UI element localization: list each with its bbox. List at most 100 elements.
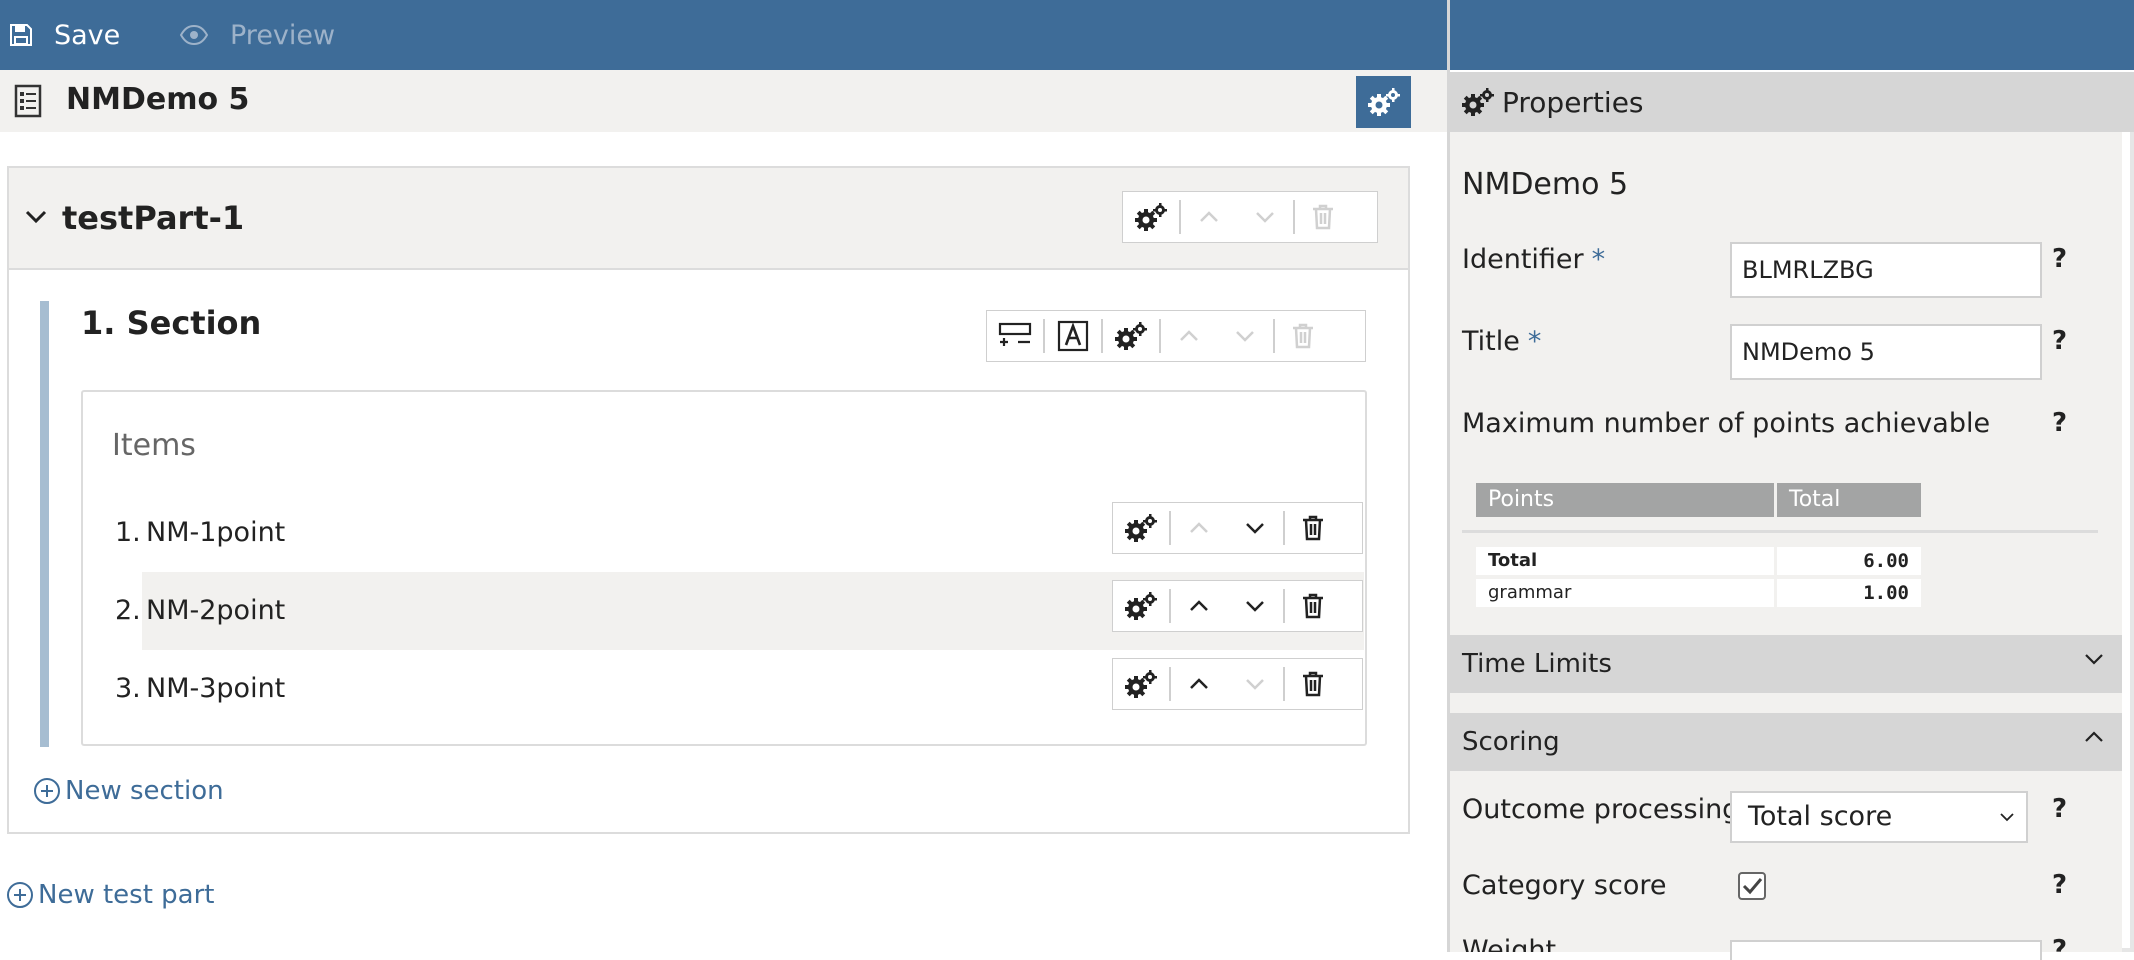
item-actions (1112, 658, 1363, 710)
gears-icon (1125, 592, 1157, 620)
category-score-label: Category score (1462, 870, 1667, 901)
chevron-up-icon (1200, 211, 1218, 222)
preview-label: Preview (230, 19, 336, 51)
section-properties-button[interactable] (1103, 311, 1159, 361)
item-actions (1112, 580, 1363, 632)
move-up-button[interactable] (1181, 192, 1237, 242)
chevron-down-icon[interactable] (25, 210, 47, 224)
chevron-down-icon (2085, 654, 2103, 665)
category-score-checkbox[interactable] (1738, 872, 1766, 900)
table-divider (1462, 530, 2098, 533)
add-item-button[interactable] (987, 311, 1043, 361)
chevron-up-icon (1190, 522, 1208, 533)
delete-button[interactable] (1285, 659, 1341, 709)
trash-icon (1303, 515, 1323, 541)
floppy-disk-icon (10, 24, 32, 46)
chevron-down-icon (1256, 212, 1274, 223)
weight-help[interactable]: ? (2052, 935, 2067, 952)
chevron-up-icon (2085, 731, 2103, 742)
properties-header: Properties (1450, 72, 2134, 132)
scoring-label: Scoring (1462, 727, 1560, 757)
gears-icon (1125, 514, 1157, 542)
item-properties-button[interactable] (1113, 503, 1169, 553)
gears-icon (1135, 203, 1167, 231)
table-cell: Total (1476, 547, 1774, 575)
identifier-label: Identifier * (1462, 244, 1606, 275)
required-marker: * (1527, 326, 1542, 357)
total-column-header: Total (1777, 483, 1921, 517)
scoring-accordion[interactable]: Scoring (1450, 713, 2122, 771)
new-test-part-link[interactable]: New test part (6, 880, 215, 910)
gears-icon (1367, 88, 1400, 116)
new-section-label: New section (65, 776, 224, 806)
properties-title: Properties (1502, 85, 1644, 119)
test-part-actions (1122, 191, 1378, 243)
section-title: 1. Section (81, 304, 262, 342)
move-up-button[interactable] (1161, 311, 1217, 361)
item-name[interactable]: NM-3point (146, 650, 285, 728)
move-up-button[interactable] (1171, 659, 1227, 709)
section-indicator-bar (40, 301, 49, 747)
title-input[interactable] (1730, 324, 2042, 380)
plus-circle-icon (7, 882, 33, 908)
gears-icon (1462, 88, 1494, 116)
title-help[interactable]: ? (2052, 326, 2067, 356)
item-number: 2. (115, 595, 141, 626)
chevron-down-icon (1246, 601, 1264, 612)
category-score-help[interactable]: ? (2052, 870, 2067, 900)
save-button[interactable]: Save (10, 0, 120, 70)
time-limits-label: Time Limits (1462, 649, 1612, 679)
delete-button[interactable] (1275, 311, 1331, 361)
chevron-up-icon (1190, 678, 1208, 689)
outcome-processing-value: Total score (1748, 801, 1893, 832)
trash-icon (1303, 593, 1323, 619)
move-up-button[interactable] (1171, 581, 1227, 631)
outcome-processing-label: Outcome processing (1462, 794, 1740, 825)
outcome-processing-select[interactable]: Total score (1730, 791, 2028, 843)
trash-icon (1303, 671, 1323, 697)
gears-icon (1115, 322, 1147, 350)
section-actions (986, 310, 1366, 362)
item-number: 3. (115, 673, 141, 704)
outcome-processing-help[interactable]: ? (2052, 794, 2067, 824)
chevron-down-icon (1246, 679, 1264, 690)
item-properties-button[interactable] (1113, 659, 1169, 709)
points-column-header: Points (1476, 483, 1774, 517)
item-number: 1. (115, 517, 141, 548)
table-cell: 1.00 (1777, 579, 1921, 607)
rubric-block-button[interactable] (1045, 311, 1101, 361)
identifier-input[interactable] (1730, 242, 2042, 298)
properties-test-name: NMDemo 5 (1462, 167, 1629, 202)
test-part-properties-button[interactable] (1123, 192, 1179, 242)
chevron-up-icon (1190, 600, 1208, 611)
chevron-down-icon (1236, 331, 1254, 342)
trash-icon (1293, 323, 1313, 349)
move-down-button[interactable] (1227, 659, 1283, 709)
eye-icon (180, 25, 208, 45)
move-down-button[interactable] (1217, 311, 1273, 361)
max-points-label: Maximum number of points achievable (1462, 408, 1991, 439)
item-name[interactable]: NM-2point (146, 572, 285, 650)
new-section-link[interactable]: New section (33, 776, 224, 806)
move-down-button[interactable] (1227, 503, 1283, 553)
test-title-bar: NMDemo 5 (0, 70, 1447, 132)
new-test-part-label: New test part (38, 880, 215, 910)
identifier-help[interactable]: ? (2052, 244, 2067, 274)
move-up-button[interactable] (1171, 503, 1227, 553)
chevron-down-icon (1246, 523, 1264, 534)
delete-button[interactable] (1285, 581, 1341, 631)
delete-button[interactable] (1285, 503, 1341, 553)
preview-button[interactable]: Preview (180, 0, 335, 70)
time-limits-accordion[interactable]: Time Limits (1450, 635, 2122, 693)
item-name[interactable]: NM-1point (146, 494, 285, 572)
move-down-button[interactable] (1237, 192, 1293, 242)
item-properties-button[interactable] (1113, 581, 1169, 631)
weight-input[interactable] (1730, 940, 2042, 960)
move-down-button[interactable] (1227, 581, 1283, 631)
test-properties-button[interactable] (1356, 76, 1411, 128)
chevron-up-icon (1180, 330, 1198, 341)
delete-button[interactable] (1295, 192, 1351, 242)
properties-scrollbar[interactable] (2122, 132, 2134, 952)
max-points-help[interactable]: ? (2052, 408, 2067, 438)
plus-circle-icon (34, 778, 60, 804)
